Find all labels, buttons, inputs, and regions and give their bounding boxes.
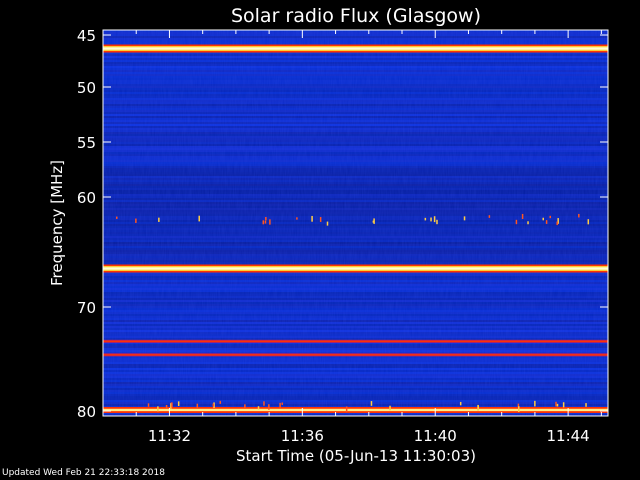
burst-speck (263, 401, 265, 406)
x-tick-label: 11:36 (281, 427, 324, 445)
burst-speck (311, 215, 313, 222)
burst-speck (212, 403, 215, 407)
burst-speck (158, 217, 160, 222)
y-tick-label: 45 (77, 27, 96, 45)
burst-speck (257, 406, 260, 410)
y-tick-label: 80 (77, 403, 96, 421)
burst-speck (262, 220, 265, 225)
y-tick-label: 60 (77, 189, 96, 207)
burst-speck (370, 401, 373, 406)
y-tick-label: 55 (77, 134, 96, 152)
burst-speck (281, 402, 283, 405)
burst-speck (196, 403, 199, 408)
burst-speck (265, 217, 267, 221)
burst-speck (157, 406, 159, 412)
burst-speck (562, 402, 565, 408)
y-tick-label: 50 (77, 79, 96, 97)
burst-speck (269, 219, 271, 225)
y-tick-label: 70 (77, 299, 96, 317)
intense-band (103, 339, 608, 343)
burst-speck (463, 216, 466, 221)
x-tick-label: 11:32 (148, 427, 191, 445)
burst-speck (433, 216, 436, 223)
burst-speck (268, 404, 270, 410)
intense-band (103, 44, 608, 53)
burst-speck (319, 217, 322, 222)
intense-band (103, 264, 608, 273)
burst-speck (171, 402, 173, 408)
burst-speck (556, 221, 558, 226)
burst-speck (542, 217, 544, 221)
x-tick-label: 11:44 (547, 427, 590, 445)
updated-timestamp: Updated Wed Feb 21 22:33:18 2018 (2, 468, 165, 478)
burst-speck (545, 220, 548, 224)
burst-speck (244, 404, 246, 408)
burst-speck (165, 404, 168, 409)
burst-speck (219, 400, 222, 404)
chart-title: Solar radio Flux (Glasgow) (231, 5, 481, 27)
burst-speck (372, 220, 375, 223)
intense-band (103, 406, 608, 413)
burst-speck (389, 405, 391, 411)
burst-speck (430, 217, 432, 222)
burst-speck (587, 219, 590, 225)
noise-texture (103, 30, 608, 416)
x-tick-label: 11:40 (414, 427, 457, 445)
spectrogram-chart: Solar radio Flux (Glasgow) 455055607080 … (48, 5, 609, 465)
burst-speck (135, 218, 137, 223)
x-axis-label: Start Time (05-Jun-13 11:30:03) (236, 447, 476, 465)
burst-speck (436, 219, 438, 225)
burst-speck (578, 213, 580, 218)
burst-speck (147, 403, 150, 407)
burst-speck (459, 401, 462, 406)
burst-speck (424, 217, 427, 221)
intense-band (103, 353, 608, 357)
burst-speck (534, 400, 536, 407)
burst-speck (264, 220, 267, 224)
burst-speck (198, 215, 200, 222)
burst-speck (521, 213, 524, 219)
burst-speck (527, 221, 529, 225)
burst-speck (549, 215, 551, 219)
burst-speck (488, 215, 491, 218)
burst-speck (296, 217, 298, 220)
burst-speck (555, 401, 557, 407)
burst-speck (518, 406, 520, 413)
burst-speck (556, 403, 559, 407)
plot-area (103, 30, 608, 416)
y-axis-label: Frequency [MHz] (48, 160, 66, 286)
burst-speck (477, 405, 480, 410)
burst-speck (326, 221, 329, 226)
burst-speck (177, 401, 180, 407)
burst-speck (585, 403, 587, 407)
burst-speck (515, 219, 518, 225)
burst-speck (279, 402, 281, 408)
burst-speck (116, 216, 118, 219)
burst-speck (345, 406, 348, 413)
